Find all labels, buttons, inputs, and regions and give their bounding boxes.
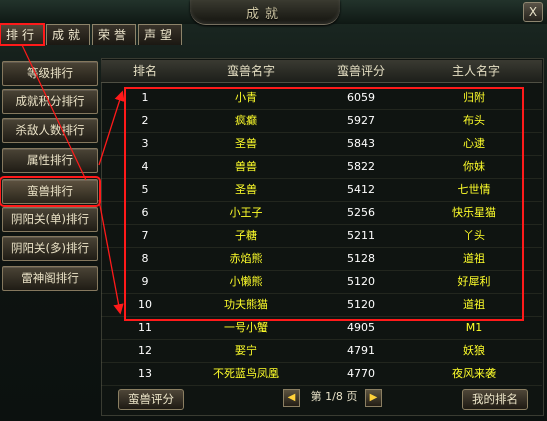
sidebar-item-level-ranking[interactable]: 等级排行 [2, 61, 98, 86]
next-page-button[interactable]: ▶ [365, 389, 382, 407]
rank-cell: 12 [138, 344, 152, 357]
page-indicator: 第 1/8 页 [310, 390, 358, 403]
rank-cell: 11 [138, 321, 152, 334]
sidebar-item-kills-ranking[interactable]: 杀敌人数排行 [2, 118, 98, 143]
beast-score-cell: 4791 [347, 344, 375, 357]
rank-cell: 13 [138, 367, 152, 380]
beast-name-cell: 小懒熊 [229, 275, 263, 288]
tab-ranking[interactable]: 排行 [0, 23, 45, 46]
owner-name-cell: 归附 [463, 91, 485, 104]
beast-score-cell: 5927 [347, 114, 375, 127]
beast-score-cell: 5120 [347, 298, 375, 311]
beast-score-cell: 4770 [347, 367, 375, 380]
beast-name-cell: 圣兽 [235, 183, 257, 196]
beast-score-cell: 5412 [347, 183, 375, 196]
close-button[interactable]: X [523, 2, 543, 22]
table-row[interactable]: 8 赤焰熊 5128 道祖 [101, 248, 542, 271]
header-owner-name: 主人名字 [451, 64, 500, 78]
rank-cell: 4 [141, 160, 149, 173]
table-row[interactable]: 3 圣兽 5843 心逮 [101, 133, 542, 156]
owner-name-cell: 夜风来袭 [452, 367, 496, 380]
beast-name-cell: 不死蓝鸟凤凰 [213, 367, 279, 380]
beast-name-cell: 功夫熊猫 [224, 298, 268, 311]
beast-name-cell: 娶宁 [235, 344, 257, 357]
beast-name-cell: 小青 [235, 91, 257, 104]
beast-name-cell: 赤焰熊 [229, 252, 263, 265]
table-header: 排名 蛮兽名字 蛮兽评分 主人名字 [101, 60, 542, 83]
owner-name-cell: 你妹 [463, 160, 485, 173]
table-row[interactable]: 4 兽兽 5822 你妹 [101, 156, 542, 179]
sidebar-item-thunder-pavilion-ranking[interactable]: 雷神阁排行 [2, 266, 98, 291]
owner-name-cell: 丫头 [463, 229, 485, 242]
beast-score-cell: 4905 [347, 321, 375, 334]
my-rank-button[interactable]: 我的排名 [462, 389, 528, 410]
rank-cell: 5 [141, 183, 149, 196]
beast-score-cell: 5128 [347, 252, 375, 265]
tab-honor[interactable]: 荣誉 [92, 24, 136, 45]
rank-cell: 3 [141, 137, 149, 150]
table-row[interactable]: 12 娶宁 4791 妖狼 [101, 340, 542, 363]
beast-name-cell: 子糖 [235, 229, 257, 242]
tab-reputation[interactable]: 声望 [138, 24, 182, 45]
beast-score-button[interactable]: 蛮兽评分 [118, 389, 184, 410]
table-row[interactable]: 1 小青 6059 归附 [101, 87, 542, 110]
rank-cell: 6 [141, 206, 149, 219]
prev-page-button[interactable]: ◀ [283, 389, 300, 407]
table-row[interactable]: 9 小懒熊 5120 好犀利 [101, 271, 542, 294]
beast-score-cell: 5843 [347, 137, 375, 150]
sidebar-item-yinyang-single-ranking[interactable]: 阴阳关(单)排行 [2, 207, 98, 232]
header-rank: 排名 [132, 64, 157, 78]
beast-name-cell: 兽兽 [235, 160, 257, 173]
tab-achievement[interactable]: 成就 [46, 24, 90, 45]
beast-score-cell: 6059 [347, 91, 375, 104]
owner-name-cell: 妖狼 [463, 344, 485, 357]
rank-cell: 9 [141, 275, 149, 288]
sidebar-item-attribute-ranking[interactable]: 属性排行 [2, 148, 98, 173]
owner-name-cell: 快乐星猫 [452, 206, 496, 219]
owner-name-cell: 心逮 [463, 137, 485, 150]
window-title: 成就 [245, 7, 284, 22]
owner-name-cell: 道祖 [463, 298, 485, 311]
rank-cell: 2 [141, 114, 149, 127]
owner-name-cell: 布头 [463, 114, 485, 127]
table-row[interactable]: 7 子糖 5211 丫头 [101, 225, 542, 248]
header-beast-score: 蛮兽评分 [336, 64, 385, 78]
beast-score-cell: 5256 [347, 206, 375, 219]
rank-cell: 10 [138, 298, 152, 311]
beast-score-cell: 5822 [347, 160, 375, 173]
table-row[interactable]: 11 一号小蟹 4905 M1 [101, 317, 542, 340]
table-row[interactable]: 13 不死蓝鸟凤凰 4770 夜风来袭 [101, 363, 542, 386]
rank-cell: 7 [141, 229, 149, 242]
beast-name-cell: 圣兽 [235, 137, 257, 150]
sidebar-item-achievement-ranking[interactable]: 成就积分排行 [2, 89, 98, 114]
sidebar-item-yinyang-multi-ranking[interactable]: 阴阳关(多)排行 [2, 236, 98, 261]
beast-name-cell: 小王子 [229, 206, 263, 219]
table-row[interactable]: 6 小王子 5256 快乐星猫 [101, 202, 542, 225]
top-tabs: 排行 成就 荣誉 声望 [0, 23, 182, 46]
owner-name-cell: M1 [465, 321, 483, 334]
header-beast-name: 蛮兽名字 [226, 64, 275, 78]
owner-name-cell: 七世情 [457, 183, 491, 196]
beast-name-cell: 疯癫 [235, 114, 257, 127]
table-row[interactable]: 2 疯癫 5927 布头 [101, 110, 542, 133]
beast-name-cell: 一号小蟹 [224, 321, 268, 334]
owner-name-cell: 道祖 [463, 252, 485, 265]
beast-score-cell: 5120 [347, 275, 375, 288]
sidebar-item-beast-ranking[interactable]: 蛮兽排行 [0, 176, 101, 207]
owner-name-cell: 好犀利 [457, 275, 491, 288]
rank-cell: 8 [141, 252, 149, 265]
beast-score-cell: 5211 [347, 229, 375, 242]
table-row[interactable]: 5 圣兽 5412 七世情 [101, 179, 542, 202]
rank-cell: 1 [141, 91, 149, 104]
table-row[interactable]: 10 功夫熊猫 5120 道祖 [101, 294, 542, 317]
